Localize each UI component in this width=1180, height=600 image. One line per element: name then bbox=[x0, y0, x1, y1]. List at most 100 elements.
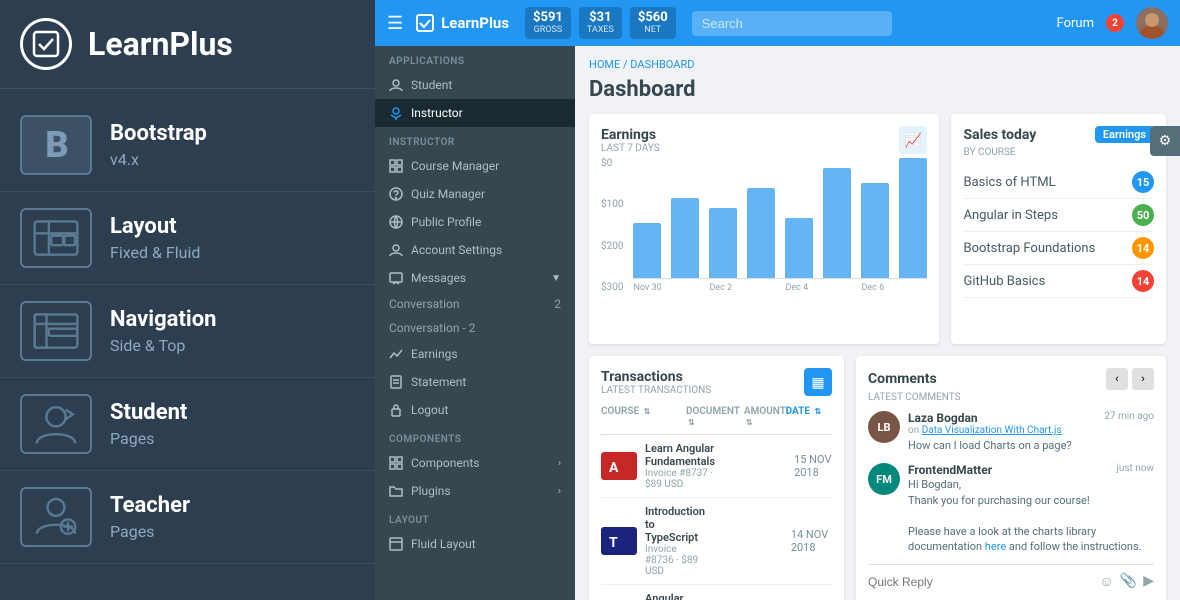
comment-here-link[interactable]: here bbox=[985, 540, 1006, 553]
chart-x-labels: Nov 30 Dec 2 Dec 4 Dec 6 bbox=[633, 279, 927, 293]
stat-taxes: $31 TAXES bbox=[579, 7, 622, 39]
sidebar-section-instructor: INSTRUCTOR bbox=[375, 127, 575, 152]
doc-icon bbox=[389, 375, 403, 389]
sales-row-2: Bootstrap Foundations 14 bbox=[963, 232, 1154, 265]
navigation-card-icon bbox=[20, 301, 92, 361]
sidebar-label-messages: Messages bbox=[411, 271, 466, 285]
navigation-card-text: Navigation Side & Top bbox=[110, 307, 216, 354]
left-panel: LearnPlus B Bootstrap v4.x bbox=[0, 0, 375, 600]
comment-item-0: LB Laza Bogdan 27 min ago on Data Visual… bbox=[868, 411, 1154, 453]
left-card-teacher[interactable]: Teacher Pages bbox=[0, 471, 375, 564]
sidebar-item-conversation2[interactable]: Conversation - 2 bbox=[375, 316, 575, 340]
comments-prev-button[interactable]: ‹ bbox=[1106, 368, 1128, 390]
sidebar-label-fluid-layout: Fluid Layout bbox=[411, 537, 476, 551]
comment-avatar-1: FM bbox=[868, 463, 900, 495]
sidebar-section-components: COMPONENTS bbox=[375, 424, 575, 449]
left-cards: B Bootstrap v4.x Layout Fixed & Fluid bbox=[0, 89, 375, 600]
folder-icon bbox=[389, 484, 403, 498]
topbar-right: Forum 2 bbox=[1057, 7, 1168, 39]
sidebar-item-instructor[interactable]: Instructor bbox=[375, 99, 575, 127]
bar-3 bbox=[747, 188, 775, 278]
gear-float-button[interactable]: ⚙ bbox=[1150, 126, 1180, 156]
sidebar-item-earnings[interactable]: Earnings bbox=[375, 340, 575, 368]
forum-link[interactable]: Forum bbox=[1057, 16, 1094, 31]
table-row-0: A Learn Angular Fundamentals Invoice #87… bbox=[601, 435, 832, 498]
layout-card-icon bbox=[20, 208, 92, 268]
sidebar-item-student[interactable]: Student bbox=[375, 71, 575, 99]
sidebar-item-plugins[interactable]: Plugins › bbox=[375, 477, 575, 505]
sidebar-label-course-manager: Course Manager bbox=[411, 159, 499, 173]
sidebar: APPLICATIONS Student Instructor INSTRUCT… bbox=[375, 46, 575, 600]
quick-reply-input[interactable] bbox=[868, 575, 1093, 589]
sidebar-label-earnings: Earnings bbox=[411, 347, 458, 361]
lock-icon bbox=[389, 403, 403, 417]
left-card-layout[interactable]: Layout Fixed & Fluid bbox=[0, 192, 375, 285]
top-row: Earnings LAST 7 DAYS 📈 $300 $200 $100 $0 bbox=[589, 114, 1166, 344]
menu-icon[interactable]: ☰ bbox=[387, 13, 403, 34]
components-icon bbox=[389, 456, 403, 470]
sales-card-header: Sales today Earnings bbox=[963, 126, 1154, 143]
earnings-chart-button[interactable]: 📈 bbox=[899, 126, 927, 154]
sidebar-item-conversation[interactable]: Conversation 2 bbox=[375, 292, 575, 316]
stat-net: $560 NET bbox=[630, 7, 676, 39]
sidebar-label-plugins: Plugins bbox=[411, 484, 451, 498]
left-card-bootstrap[interactable]: B Bootstrap v4.x bbox=[0, 99, 375, 192]
user-avatar[interactable] bbox=[1136, 7, 1168, 39]
sidebar-item-components[interactable]: Components › bbox=[375, 449, 575, 477]
attach-icon[interactable]: 📎 bbox=[1120, 573, 1137, 590]
search-input[interactable] bbox=[692, 11, 892, 36]
left-card-navigation[interactable]: Navigation Side & Top bbox=[0, 285, 375, 378]
sidebar-item-account-settings[interactable]: Account Settings bbox=[375, 236, 575, 264]
sidebar-label-components: Components bbox=[411, 456, 480, 470]
bar-4 bbox=[785, 218, 813, 278]
bottom-row: Transactions LATEST TRANSACTIONS ▦ COURS… bbox=[589, 356, 1166, 600]
sidebar-item-quiz-manager[interactable]: Quiz Manager bbox=[375, 180, 575, 208]
main-content: HOME / DASHBOARD Dashboard Earnings LAST… bbox=[575, 46, 1180, 600]
sidebar-item-public-profile[interactable]: Public Profile bbox=[375, 208, 575, 236]
teacher-card-text: Teacher Pages bbox=[110, 493, 190, 540]
topbar-logo: LearnPlus bbox=[415, 13, 509, 33]
bar-1 bbox=[671, 198, 699, 278]
svg-text:A: A bbox=[609, 460, 619, 476]
sidebar-item-logout[interactable]: Logout bbox=[375, 396, 575, 424]
comments-nav: ‹ › bbox=[1106, 368, 1154, 390]
comments-header: Comments ‹ › bbox=[868, 368, 1154, 390]
earnings-title-group: Earnings LAST 7 DAYS bbox=[601, 127, 660, 154]
transactions-header: Transactions LATEST TRANSACTIONS ▦ bbox=[601, 368, 832, 396]
teacher-card-icon bbox=[20, 487, 92, 547]
bootstrap-card-icon: B bbox=[20, 115, 92, 175]
sales-row-3: GitHub Basics 14 bbox=[963, 265, 1154, 298]
body-row: APPLICATIONS Student Instructor INSTRUCT… bbox=[375, 46, 1180, 600]
left-card-student[interactable]: Student Pages bbox=[0, 378, 375, 471]
stat-gross: $591 GROSS bbox=[525, 7, 571, 39]
comment-avatar-0: LB bbox=[868, 411, 900, 443]
graduation-icon bbox=[389, 106, 403, 120]
transactions-icon-button[interactable]: ▦ bbox=[804, 368, 832, 396]
sidebar-item-course-manager[interactable]: Course Manager bbox=[375, 152, 575, 180]
layout-icon bbox=[389, 537, 403, 551]
earnings-card: Earnings LAST 7 DAYS 📈 $300 $200 $100 $0 bbox=[589, 114, 939, 344]
sidebar-section-layout: LAYOUT bbox=[375, 505, 575, 530]
sidebar-item-messages[interactable]: Messages ▼ bbox=[375, 264, 575, 292]
emoji-icon[interactable]: ☺ bbox=[1099, 573, 1113, 590]
person-icon bbox=[389, 78, 403, 92]
bar-7 bbox=[899, 158, 927, 278]
comment-link-0[interactable]: Data Visualization With Chart.js bbox=[922, 425, 1062, 436]
sales-today-card: Sales today Earnings BY COURSE Basics of… bbox=[951, 114, 1166, 344]
comments-next-button[interactable]: › bbox=[1132, 368, 1154, 390]
notification-badge[interactable]: 2 bbox=[1106, 14, 1124, 32]
plugins-arrow: › bbox=[558, 486, 561, 497]
earnings-card-header: Earnings LAST 7 DAYS 📈 bbox=[601, 126, 927, 154]
grid-icon bbox=[389, 159, 403, 173]
send-icon[interactable]: ▶ bbox=[1143, 573, 1154, 590]
comments-card: Comments ‹ › LATEST COMMENTS LB Laza Bog… bbox=[856, 356, 1166, 600]
reply-icons: ☺ 📎 ▶ bbox=[1099, 573, 1154, 590]
table-row-2: U Angular Unit Testing Invoice #8735 · $… bbox=[601, 585, 832, 600]
conversation-badge: 2 bbox=[554, 297, 561, 311]
transactions-title-group: Transactions LATEST TRANSACTIONS bbox=[601, 369, 711, 396]
components-arrow: › bbox=[558, 458, 561, 469]
help-icon bbox=[389, 187, 403, 201]
sidebar-item-fluid-layout[interactable]: Fluid Layout bbox=[375, 530, 575, 558]
bootstrap-card-text: Bootstrap v4.x bbox=[110, 121, 207, 168]
sidebar-item-statement[interactable]: Statement bbox=[375, 368, 575, 396]
